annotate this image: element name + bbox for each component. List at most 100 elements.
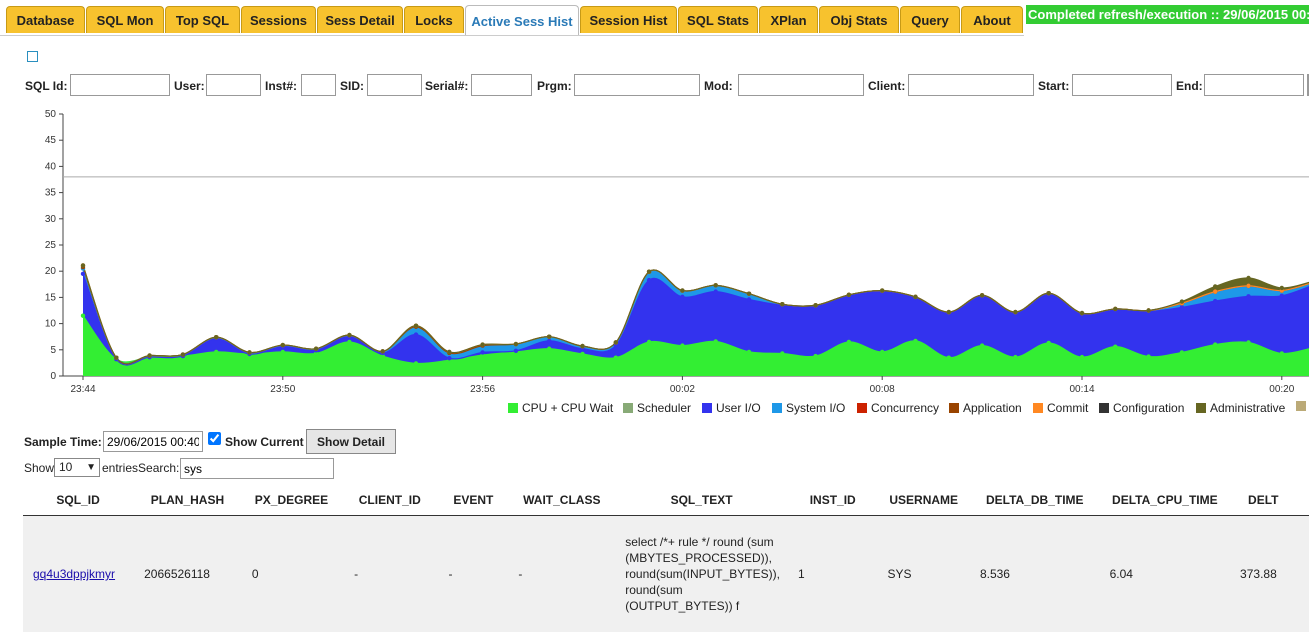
data-point[interactable] xyxy=(647,340,651,344)
data-point[interactable] xyxy=(1280,294,1284,298)
tab-sql-mon[interactable]: SQL Mon xyxy=(86,6,164,33)
data-point[interactable] xyxy=(281,343,285,347)
show-detail-button[interactable]: Show Detail xyxy=(306,429,396,454)
data-point[interactable] xyxy=(247,350,251,354)
sample-time-input[interactable] xyxy=(103,431,203,452)
data-point[interactable] xyxy=(680,288,684,292)
legend-item[interactable]: Application xyxy=(949,401,1022,415)
data-point[interactable] xyxy=(214,350,218,354)
col-delta-db-time[interactable]: DELTA_DB_TIME xyxy=(970,484,1100,516)
data-point[interactable] xyxy=(81,263,85,267)
data-point[interactable] xyxy=(480,350,484,354)
tab-xplan[interactable]: XPlan xyxy=(759,6,818,33)
data-point[interactable] xyxy=(614,355,618,359)
page-length-select[interactable]: 10 ▼ xyxy=(54,458,100,477)
user-input[interactable] xyxy=(206,74,261,96)
col-wait-class[interactable]: WAIT_CLASS xyxy=(508,484,615,516)
data-point[interactable] xyxy=(847,340,851,344)
sid-input[interactable] xyxy=(367,74,422,96)
data-point[interactable] xyxy=(1213,289,1217,293)
tab-locks[interactable]: Locks xyxy=(404,6,464,33)
data-point[interactable] xyxy=(1113,307,1117,311)
data-point[interactable] xyxy=(547,347,551,351)
data-point[interactable] xyxy=(747,292,751,296)
col-delta-cpu-time[interactable]: DELTA_CPU_TIME xyxy=(1100,484,1230,516)
data-point[interactable] xyxy=(714,339,718,343)
data-point[interactable] xyxy=(547,339,551,343)
data-point[interactable] xyxy=(1080,355,1084,359)
data-point[interactable] xyxy=(847,293,851,297)
data-point[interactable] xyxy=(81,272,85,276)
data-point[interactable] xyxy=(980,343,984,347)
start-input[interactable] xyxy=(1072,74,1172,96)
data-point[interactable] xyxy=(514,342,518,346)
data-point[interactable] xyxy=(1113,344,1117,348)
data-point[interactable] xyxy=(680,295,684,299)
data-point[interactable] xyxy=(1080,311,1084,315)
data-point[interactable] xyxy=(214,335,218,339)
data-point[interactable] xyxy=(647,278,651,282)
data-point[interactable] xyxy=(947,355,951,359)
prgm-input[interactable] xyxy=(574,74,700,96)
col-inst-id[interactable]: INST_ID xyxy=(788,484,877,516)
tab-sessions[interactable]: Sessions xyxy=(241,6,316,33)
data-point[interactable] xyxy=(1246,284,1250,288)
data-point[interactable] xyxy=(281,350,285,354)
data-point[interactable] xyxy=(1280,351,1284,355)
data-point[interactable] xyxy=(314,347,318,351)
col-sql-text[interactable]: SQL_TEXT xyxy=(615,484,788,516)
data-point[interactable] xyxy=(1013,310,1017,314)
data-point[interactable] xyxy=(580,352,584,356)
serial-input[interactable] xyxy=(471,74,532,96)
data-point[interactable] xyxy=(1146,354,1150,358)
data-point[interactable] xyxy=(414,323,418,327)
data-point[interactable] xyxy=(880,350,884,354)
data-point[interactable] xyxy=(1246,276,1250,280)
data-point[interactable] xyxy=(947,310,951,314)
data-point[interactable] xyxy=(114,355,118,359)
data-point[interactable] xyxy=(780,351,784,355)
sql-id-link[interactable]: gq4u3dppjkmyr xyxy=(33,567,115,581)
data-point[interactable] xyxy=(1280,286,1284,290)
data-point[interactable] xyxy=(547,335,551,339)
legend-item[interactable]: System I/O xyxy=(772,401,845,415)
data-point[interactable] xyxy=(147,353,151,357)
data-point[interactable] xyxy=(1213,299,1217,303)
tab-active-sess-hist[interactable]: Active Sess Hist xyxy=(465,5,579,36)
data-point[interactable] xyxy=(780,302,784,306)
end-input[interactable] xyxy=(1204,74,1304,96)
data-point[interactable] xyxy=(514,349,518,353)
sql-id-input[interactable] xyxy=(70,74,170,96)
data-point[interactable] xyxy=(614,340,618,344)
data-point[interactable] xyxy=(347,333,351,337)
data-point[interactable] xyxy=(880,288,884,292)
col-plan-hash[interactable]: PLAN_HASH xyxy=(133,484,242,516)
tab-session-hist[interactable]: Session Hist xyxy=(580,6,677,33)
data-point[interactable] xyxy=(447,350,451,354)
data-point[interactable] xyxy=(980,293,984,297)
data-point[interactable] xyxy=(1213,284,1217,288)
data-point[interactable] xyxy=(747,350,751,354)
show-current-checkbox[interactable] xyxy=(208,432,221,445)
data-point[interactable] xyxy=(480,342,484,346)
col-sql-id[interactable]: SQL_ID xyxy=(23,484,133,516)
data-point[interactable] xyxy=(181,352,185,356)
legend-item[interactable]: Scheduler xyxy=(623,401,691,415)
legend-item[interactable]: Configuration xyxy=(1099,401,1184,415)
tab-about[interactable]: About xyxy=(961,6,1023,33)
legend-item[interactable]: CPU + CPU Wait xyxy=(508,401,613,415)
table-row[interactable]: gq4u3dppjkmyr 2066526118 0 - - - select … xyxy=(23,516,1309,632)
data-point[interactable] xyxy=(714,289,718,293)
data-point[interactable] xyxy=(1146,308,1150,312)
data-point[interactable] xyxy=(347,340,351,344)
data-point[interactable] xyxy=(414,332,418,336)
col-event[interactable]: EVENT xyxy=(438,484,508,516)
tab-database[interactable]: Database xyxy=(6,6,85,33)
tab-top-sql[interactable]: Top SQL xyxy=(165,6,240,33)
tab-sess-detail[interactable]: Sess Detail xyxy=(317,6,403,33)
data-point[interactable] xyxy=(580,344,584,348)
data-point[interactable] xyxy=(1246,294,1250,298)
data-point[interactable] xyxy=(1180,350,1184,354)
tab-sql-stats[interactable]: SQL Stats xyxy=(678,6,758,33)
legend-item[interactable]: Administrative xyxy=(1196,401,1285,415)
